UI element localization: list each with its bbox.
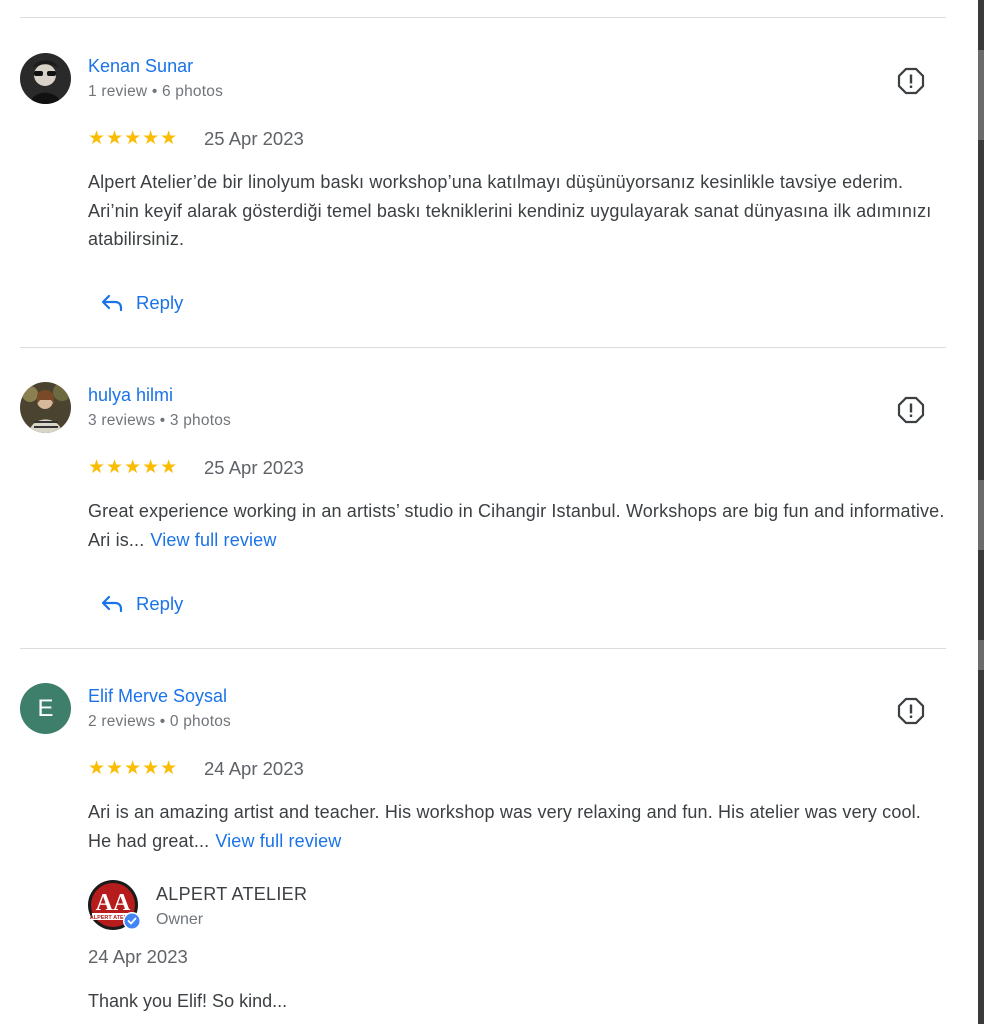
owner-logo-letters: AA	[96, 890, 131, 916]
star-rating: ★★★★★	[88, 128, 179, 149]
star-rating: ★★★★★	[88, 758, 179, 779]
reviewer-meta: 2 reviews • 0 photos	[88, 713, 231, 730]
divider	[20, 648, 946, 649]
reviewer-name[interactable]: hulya hilmi	[88, 385, 173, 406]
scrollbar-edge[interactable]	[978, 0, 984, 1024]
verified-check-icon	[124, 913, 140, 929]
divider	[20, 347, 946, 348]
owner-response-text: Thank you Elif! So kind...	[88, 991, 288, 1011]
report-flag-icon[interactable]	[897, 396, 925, 424]
view-full-review-link[interactable]: View full review	[215, 831, 341, 851]
reviewer-avatar[interactable]: E	[20, 683, 71, 734]
owner-role: Owner	[156, 911, 204, 928]
reviewer-meta: 1 review • 6 photos	[88, 83, 224, 100]
view-full-review-link[interactable]: View full review	[150, 530, 276, 550]
reviewer-name[interactable]: Elif Merve Soysal	[88, 686, 227, 707]
owner-response-date: 24 Apr 2023	[88, 946, 188, 967]
reply-button[interactable]: Reply	[100, 291, 183, 315]
review-date: 25 Apr 2023	[204, 457, 304, 478]
review-date: 25 Apr 2023	[204, 128, 304, 149]
reply-label: Reply	[136, 593, 184, 614]
reviewer-avatar[interactable]	[20, 53, 71, 104]
owner-name: ALPERT ATELIER	[156, 884, 308, 904]
reply-arrow-icon	[101, 595, 123, 613]
reply-arrow-icon	[101, 294, 123, 312]
owner-logo[interactable]: AA ALPERT ATELIER	[88, 880, 141, 932]
report-flag-icon[interactable]	[897, 67, 925, 95]
reply-label: Reply	[136, 292, 184, 313]
reviewer-meta: 3 reviews • 3 photos	[88, 412, 231, 429]
reviewer-name[interactable]: Kenan Sunar	[88, 56, 193, 77]
reviewer-avatar[interactable]	[20, 382, 71, 433]
divider	[20, 17, 946, 18]
review-text: Great experience working in an artists’ …	[88, 497, 948, 554]
review-text-body: Ari is an amazing artist and teacher. Hi…	[88, 802, 921, 851]
review-text: Ari is an amazing artist and teacher. Hi…	[88, 798, 948, 855]
reply-button[interactable]: Reply	[100, 592, 183, 616]
star-rating: ★★★★★	[88, 457, 179, 478]
review-date: 24 Apr 2023	[204, 758, 304, 779]
review-text: Alpert Atelier’de bir linolyum baskı wor…	[88, 172, 932, 249]
report-flag-icon[interactable]	[897, 697, 925, 725]
reviews-panel: Kenan Sunar 1 review • 6 photos ★★★★★ 25…	[0, 0, 978, 1024]
